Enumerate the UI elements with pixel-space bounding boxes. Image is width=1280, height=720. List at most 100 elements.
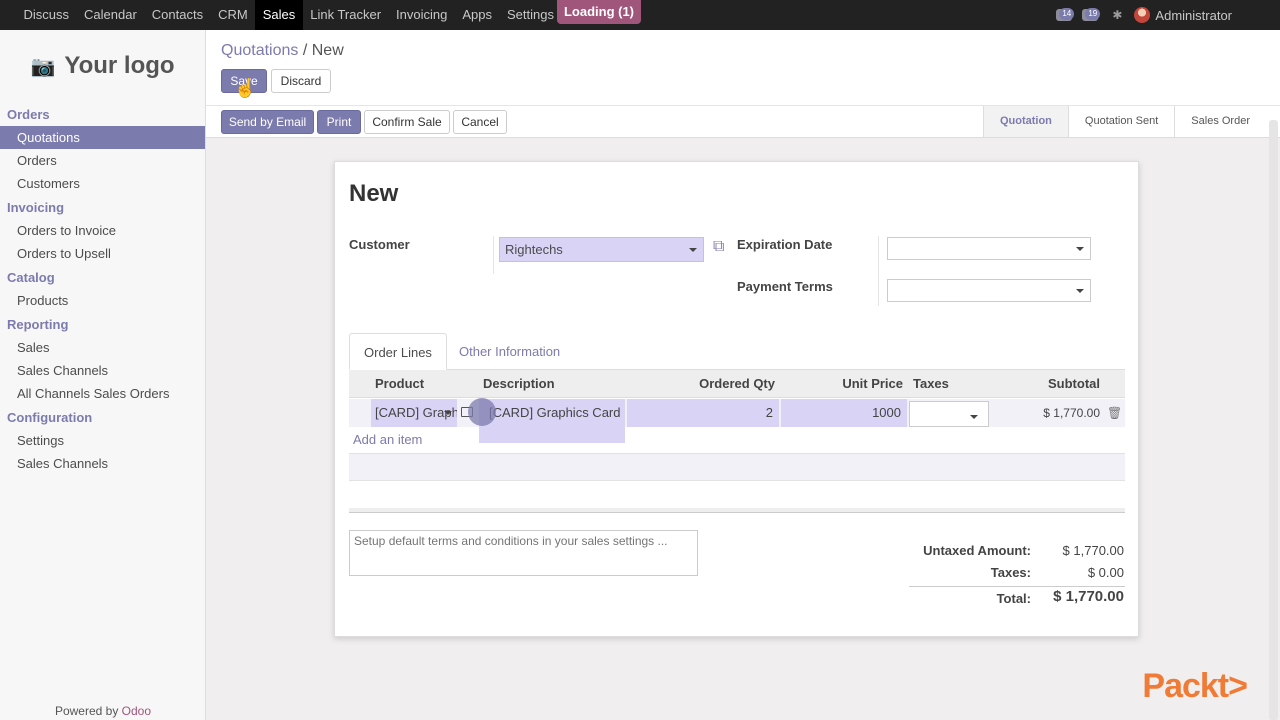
messages-button[interactable]: 14 [1056, 8, 1075, 21]
untaxed-amount-value: $ 1,770.00 [1062, 543, 1124, 558]
breadcrumb-separator: / [302, 42, 308, 59]
sidebar-item-products[interactable]: Products [0, 289, 205, 312]
avatar[interactable] [1134, 7, 1151, 23]
breadcrumb-current: New [311, 42, 344, 59]
menu-contacts[interactable]: Contacts [144, 0, 210, 30]
form-tabs: Order Lines Other Information [349, 333, 1125, 370]
user-menu[interactable]: Administrator [1155, 8, 1232, 23]
messages-badge: 14 [1059, 8, 1075, 20]
sidebar-item-orders[interactable]: Orders [0, 149, 205, 172]
top-navbar: Discuss Calendar Contacts CRM Sales Link… [0, 0, 1280, 30]
sidebar-item-orders-to-invoice[interactable]: Orders to Invoice [0, 219, 205, 242]
taxes-field[interactable] [909, 401, 989, 427]
sidebar-item-sales[interactable]: Sales [0, 336, 205, 359]
order-lines-header: Product Description Ordered Qty Unit Pri… [349, 370, 1125, 398]
sidebar-section-configuration: Configuration [7, 410, 93, 425]
subtotal-value: $ 1,770.00 [1043, 406, 1100, 420]
customer-field[interactable]: Rightechs [499, 237, 704, 262]
sidebar-section-orders: Orders [7, 107, 50, 122]
sidebar-item-all-channels-sales-orders[interactable]: All Channels Sales Orders [0, 382, 205, 405]
sidebar-item-sales-channels[interactable]: Sales Channels [0, 359, 205, 382]
trash-icon[interactable]: 🗑 [1107, 399, 1122, 427]
form-content: New Customer Rightechs ⧉ Expiration Date… [206, 138, 1280, 720]
packt-watermark: Packt> [1142, 667, 1248, 705]
odoo-link[interactable]: Odoo [122, 704, 151, 718]
field-divider-right [878, 236, 879, 306]
sidebar: 📷 Your logo Orders Quotations Orders Cus… [0, 30, 206, 720]
ordered-qty-field[interactable]: 2 [627, 399, 779, 427]
chevron-down-icon[interactable] [970, 415, 978, 419]
menu-settings[interactable]: Settings [500, 0, 562, 30]
print-button[interactable]: Print [317, 110, 361, 134]
column-taxes[interactable]: Taxes [913, 370, 949, 398]
powered-by: Powered by Odoo [0, 704, 206, 718]
column-unit-price[interactable]: Unit Price [779, 370, 903, 398]
menu-crm[interactable]: CRM [211, 0, 256, 30]
menu-discuss[interactable]: Discuss [16, 0, 77, 30]
expiration-date-label: Expiration Date [737, 237, 833, 252]
menu-invoicing[interactable]: Invoicing [389, 0, 455, 30]
terms-notes-field[interactable] [349, 530, 698, 576]
control-panel: Quotations / New Save Discard Send by Em… [206, 30, 1280, 138]
total-value: $ 1,770.00 [1053, 588, 1124, 605]
stage-quotation-sent[interactable]: Quotation Sent [1067, 106, 1174, 137]
tab-other-information[interactable]: Other Information [445, 333, 574, 370]
totals-divider [909, 586, 1125, 587]
table-row[interactable]: [CARD] Graphics Card [CARD] Graphics Car… [349, 399, 1125, 443]
sidebar-item-quotations[interactable]: Quotations [0, 126, 205, 149]
bug-icon[interactable]: ✱ [1112, 8, 1122, 22]
form-sheet: New Customer Rightechs ⧉ Expiration Date… [334, 161, 1139, 637]
send-by-email-button[interactable]: Send by Email [221, 110, 314, 134]
expiration-date-field[interactable] [887, 237, 1091, 260]
sidebar-item-settings[interactable]: Settings [0, 429, 205, 452]
click-indicator [468, 398, 496, 426]
tab-order-lines[interactable]: Order Lines [349, 333, 447, 370]
column-description[interactable]: Description [483, 370, 555, 398]
activity-badge: 19 [1085, 8, 1101, 20]
chevron-down-icon[interactable] [1076, 247, 1084, 251]
chevron-down-icon[interactable] [1076, 289, 1084, 293]
payment-terms-field[interactable] [887, 279, 1091, 302]
cancel-button[interactable]: Cancel [453, 110, 507, 134]
field-divider [493, 236, 494, 274]
sidebar-item-customers[interactable]: Customers [0, 172, 205, 195]
description-field[interactable]: [CARD] Graphics Card [479, 399, 625, 443]
unit-price-field[interactable]: 1000 [781, 399, 907, 427]
loading-indicator: Loading (1) [557, 0, 641, 24]
sidebar-item-orders-to-upsell[interactable]: Orders to Upsell [0, 242, 205, 265]
activity-button[interactable]: 19 [1082, 8, 1101, 21]
payment-terms-label: Payment Terms [737, 279, 833, 294]
pointer-hand-icon: ☝ [234, 78, 257, 98]
chevron-down-icon[interactable] [444, 411, 452, 415]
taxes-value: $ 0.00 [1087, 565, 1124, 580]
section-separator [349, 508, 1125, 513]
scrollbar[interactable] [1269, 120, 1278, 720]
sidebar-section-catalog: Catalog [7, 270, 55, 285]
external-link-icon[interactable]: ⧉ [713, 238, 724, 256]
chevron-down-icon[interactable] [689, 248, 697, 252]
column-subtotal[interactable]: Subtotal [993, 370, 1100, 398]
customer-value: Rightechs [505, 242, 563, 257]
confirm-sale-button[interactable]: Confirm Sale [364, 110, 450, 134]
description-value: [CARD] Graphics Card [489, 405, 621, 420]
app-menu: Discuss Calendar Contacts CRM Sales Link… [0, 0, 561, 30]
add-item-link[interactable]: Add an item [353, 432, 422, 447]
stage-sales-order[interactable]: Sales Order [1174, 106, 1266, 137]
taxes-label: Taxes: [990, 565, 1031, 580]
menu-sales[interactable]: Sales [255, 0, 303, 30]
menu-apps[interactable]: Apps [455, 0, 500, 30]
camera-icon: 📷 [30, 55, 56, 78]
empty-row-band [349, 453, 1125, 481]
sidebar-section-reporting: Reporting [7, 317, 69, 332]
menu-calendar[interactable]: Calendar [77, 0, 145, 30]
sidebar-item-config-sales-channels[interactable]: Sales Channels [0, 452, 205, 475]
column-product[interactable]: Product [375, 370, 424, 398]
logo-text: Your logo [64, 52, 175, 79]
discard-button[interactable]: Discard [271, 69, 331, 93]
stage-quotation[interactable]: Quotation [982, 106, 1068, 137]
status-bar: Quotation Quotation Sent Sales Order [982, 106, 1266, 137]
untaxed-amount-label: Untaxed Amount: [923, 543, 1031, 558]
column-ordered-qty[interactable]: Ordered Qty [627, 370, 775, 398]
breadcrumb-quotations[interactable]: Quotations [221, 42, 298, 59]
menu-link-tracker[interactable]: Link Tracker [303, 0, 389, 30]
